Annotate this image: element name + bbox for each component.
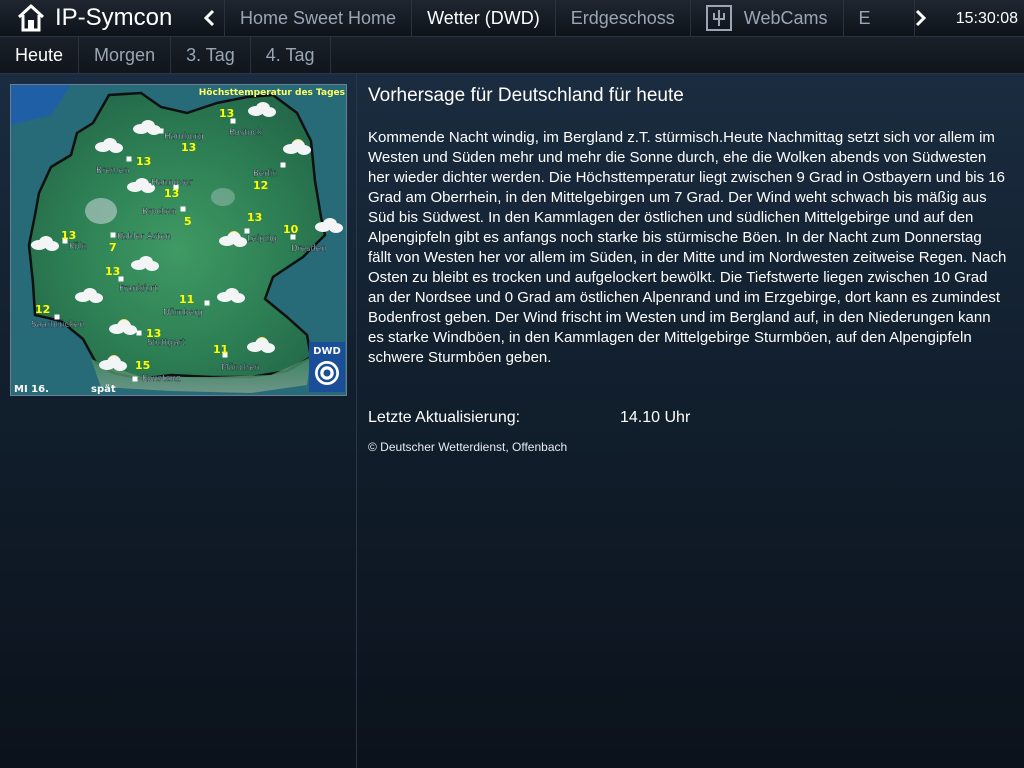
city-name: Bremen [96, 166, 129, 176]
tab-wetter-dwd[interactable]: Wetter (DWD) [411, 0, 555, 37]
city-name: Köln [69, 242, 87, 252]
home-icon [17, 4, 45, 32]
city-marker [136, 330, 142, 336]
city-name: Saarbrücken [31, 320, 85, 330]
weather-map: Höchsttemperatur des Tages MI 16. spät D… [10, 84, 347, 396]
tab-heute[interactable]: Heute [0, 36, 80, 74]
dwd-logo-text: DWD [313, 346, 341, 357]
city-name: Berlin [253, 169, 278, 179]
tab-e[interactable]: E [842, 0, 886, 37]
nav-prev-button[interactable] [196, 0, 224, 37]
tab-label: Wetter (DWD) [427, 7, 540, 28]
city-name: Konstanz [142, 374, 181, 384]
city-marker [280, 162, 286, 168]
city-temperature: 13 [247, 211, 262, 224]
tab-webcams[interactable]: WebCams [689, 0, 843, 37]
forecast-text: Kommende Nacht windig, im Bergland z.T. … [368, 129, 1007, 366]
city-temperature: 13 [146, 327, 161, 340]
city-marker [110, 232, 116, 238]
update-label: Letzte Aktualisierung: [368, 409, 521, 426]
dwd-logo: DWD [309, 342, 345, 392]
city-temperature: 13 [219, 107, 234, 120]
chevron-left-icon [203, 9, 215, 27]
tab-erdgeschoss[interactable]: Erdgeschoss [554, 0, 690, 37]
city-marker [180, 206, 186, 212]
tab-3-tag[interactable]: 3. Tag [171, 36, 251, 74]
tab-4-tag[interactable]: 4. Tag [251, 36, 331, 74]
city-name: Rostock [229, 128, 262, 138]
tab-home-sweet-home[interactable]: Home Sweet Home [224, 0, 411, 37]
city-temperature: 13 [61, 229, 76, 242]
city-temperature: 5 [184, 215, 192, 228]
city-marker [132, 376, 138, 382]
city-temperature: 15 [135, 359, 150, 372]
city-marker [126, 156, 132, 162]
brand[interactable]: IP-Symcon [0, 0, 196, 37]
tab-label: Erdgeschoss [570, 7, 675, 28]
map-cloud-haze [211, 188, 235, 206]
map-period: spät [91, 384, 116, 395]
city-name: Kahler Asten [117, 232, 171, 242]
city-temperature: 13 [164, 187, 179, 200]
map-title: Höchsttemperatur des Tages [199, 88, 345, 98]
city-temperature: 10 [283, 223, 299, 236]
city-name: Leipzig [247, 234, 277, 244]
tab-morgen[interactable]: Morgen [79, 36, 172, 74]
city-marker [244, 228, 250, 234]
map-cloud-haze [85, 198, 117, 224]
city-temperature: 13 [105, 265, 120, 278]
city-temperature: 12 [253, 179, 268, 192]
content-area: Höchsttemperatur des Tages MI 16. spät D… [0, 74, 1024, 768]
webcam-icon [705, 5, 732, 31]
city-temperature: 11 [213, 343, 228, 356]
top-navigation-bar: IP-Symcon Home Sweet Home Wetter (DWD) E… [0, 0, 1024, 37]
main-tabs: Home Sweet Home Wetter (DWD) Erdgeschoss… [224, 0, 906, 37]
city-name: Brocken [142, 207, 176, 217]
right-panel: Vorhersage für Deutschland für heute Kom… [358, 74, 1024, 768]
forecast-title: Vorhersage für Deutschland für heute [368, 85, 684, 106]
city-temperature: 13 [181, 141, 196, 154]
city-temperature: 12 [35, 303, 50, 316]
city-temperature: 11 [179, 293, 194, 306]
day-tabs: Heute Morgen 3. Tag 4. Tag [0, 36, 1024, 74]
city-temperature: 13 [136, 155, 151, 168]
update-value: 14.10 Uhr [620, 409, 691, 426]
city-marker [54, 314, 60, 320]
tab-label: WebCams [743, 7, 828, 28]
tab-label: E [858, 7, 871, 28]
city-marker [204, 300, 210, 306]
city-name: Frankfurt [119, 284, 158, 294]
city-marker [158, 128, 164, 134]
copyright: © Deutscher Wetterdienst, Offenbach [368, 440, 568, 454]
weather-map-image: Höchsttemperatur des Tages MI 16. spät D… [11, 85, 346, 395]
city-name: Nürnberg [163, 308, 203, 318]
tab-label: Home Sweet Home [240, 7, 397, 28]
city-name: Dresden [291, 244, 327, 254]
city-temperature: 7 [109, 241, 117, 254]
app-name: IP-Symcon [55, 4, 173, 31]
clock: 15:30:08 [914, 0, 1018, 37]
map-date: MI 16. [14, 384, 49, 395]
city-name: München [221, 363, 260, 373]
left-panel: Höchsttemperatur des Tages MI 16. spät D… [0, 74, 357, 768]
